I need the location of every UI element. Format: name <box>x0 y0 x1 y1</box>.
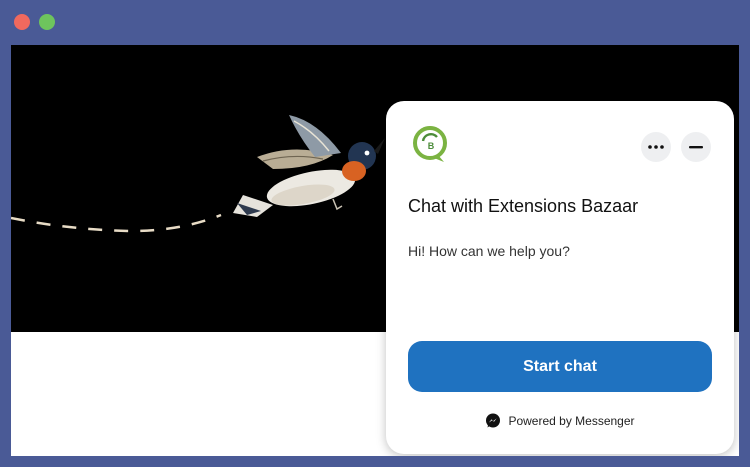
page-viewport: B Chat with Extensions Bazaar Hi! How ca… <box>11 45 739 456</box>
window-controls <box>14 14 55 30</box>
start-chat-button[interactable]: Start chat <box>408 341 712 392</box>
svg-text:B: B <box>428 141 435 151</box>
flight-trail <box>11 213 222 233</box>
messenger-icon <box>486 413 501 428</box>
chat-title: Chat with Extensions Bazaar <box>408 196 639 216</box>
close-window-button[interactable] <box>14 14 30 30</box>
more-options-button[interactable] <box>641 132 671 162</box>
hummingbird-icon <box>233 115 385 217</box>
powered-by-label: Powered by Messenger <box>508 414 635 428</box>
chat-greeting: Hi! How can we help you? <box>408 243 570 259</box>
maximize-window-button[interactable] <box>39 14 55 30</box>
more-icon <box>648 145 664 149</box>
minimize-button[interactable] <box>681 132 711 162</box>
extensions-bazaar-logo: B <box>412 125 448 165</box>
powered-by-messenger[interactable]: Powered by Messenger <box>386 413 734 429</box>
minimize-icon <box>689 145 703 148</box>
chat-widget: B Chat with Extensions Bazaar Hi! How ca… <box>386 101 734 454</box>
